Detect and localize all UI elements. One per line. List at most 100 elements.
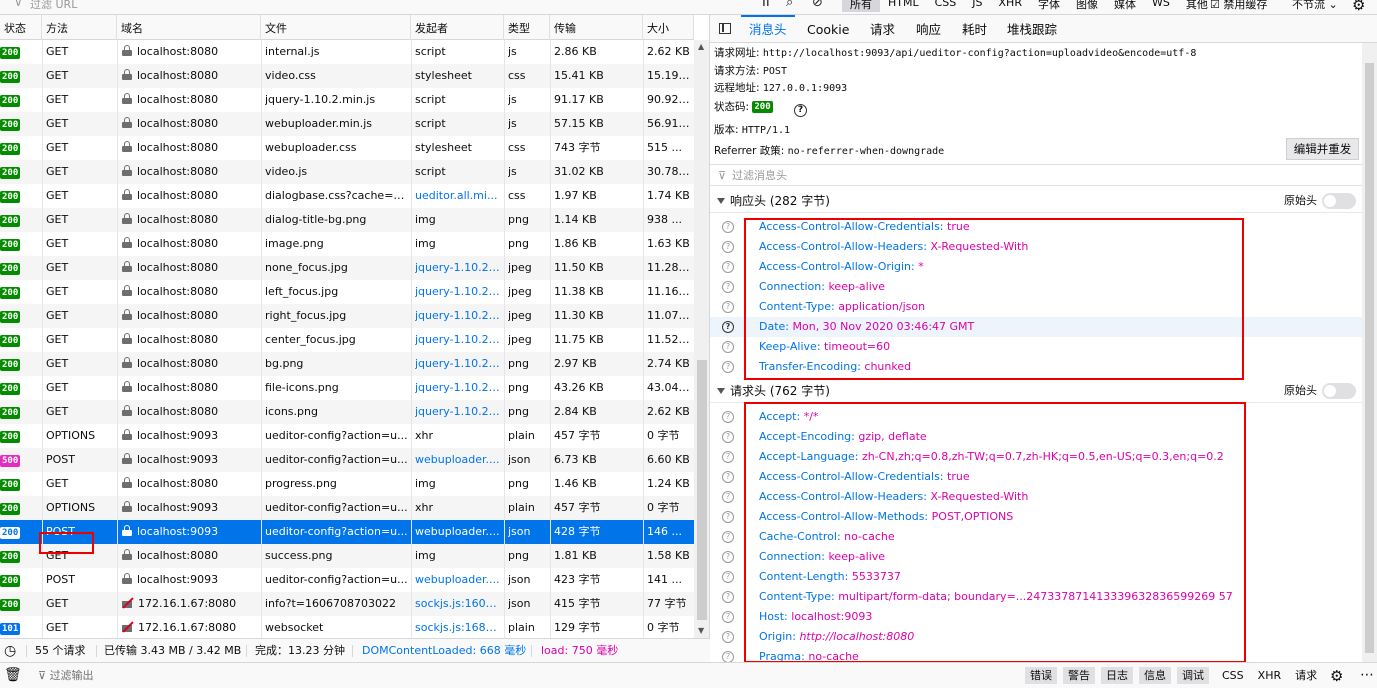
help-icon[interactable]: ? [722, 321, 734, 333]
console-filter-input[interactable]: ⊽ 过滤输出 [38, 663, 94, 688]
column-header-4[interactable]: 发起者 [411, 15, 504, 40]
tab-request[interactable]: 请求 [870, 15, 895, 45]
column-header-2[interactable]: 域名 [117, 15, 261, 40]
collapse-triangle-icon[interactable] [717, 198, 725, 204]
table-row[interactable]: 200 GET localhost:8080 dialogbase.css?cache… [0, 184, 694, 208]
table-row[interactable]: 200 GET localhost:8080 left_focus.jpg jquery… [0, 280, 694, 304]
initiator-cell[interactable]: webuploader.... [415, 568, 502, 592]
table-row[interactable]: 200 OPTIONS localhost:9093 ueditor-config?a… [0, 424, 694, 448]
table-row[interactable]: 500 POST localhost:9093 ueditor-config?acti… [0, 448, 694, 472]
url-filter-input[interactable]: 过滤 URL [30, 0, 77, 12]
help-icon[interactable]: ? [722, 651, 734, 662]
table-row[interactable]: 200 GET localhost:8080 center_focus.jpg jque… [0, 328, 694, 352]
table-row[interactable]: 200 OPTIONS localhost:9093 ueditor-config?a… [0, 496, 694, 520]
scroll-up-icon[interactable]: ▲ [698, 42, 704, 51]
help-icon[interactable]: ? [722, 221, 734, 233]
table-row[interactable]: 200 GET localhost:8080 dialog-title-bg.png i… [0, 208, 694, 232]
help-icon[interactable]: ? [722, 471, 734, 483]
table-row[interactable]: 200 GET localhost:8080 webuploader.min.js sc… [0, 112, 694, 136]
help-icon[interactable]: ? [722, 591, 734, 603]
scroll-down-icon[interactable]: ▼ [698, 626, 704, 635]
pause-icon[interactable]: II [762, 0, 770, 10]
column-header-0[interactable]: 状态 [0, 15, 42, 40]
disable-cache-checkbox[interactable]: ☑ 禁用缓存 [1210, 0, 1267, 12]
console-level-0[interactable]: 错误 [1025, 667, 1057, 684]
request-headers-section[interactable]: 请求头 (762 字节) 原始头 [710, 379, 1362, 403]
type-filter-7[interactable]: 媒体 [1106, 0, 1144, 12]
console-level-3[interactable]: 信息 [1139, 667, 1171, 684]
help-icon[interactable]: ? [722, 611, 734, 623]
help-icon[interactable]: ? [722, 551, 734, 563]
console-extra-0[interactable]: CSS [1222, 663, 1244, 688]
initiator-cell[interactable]: jquery-1.10.2.... [415, 376, 502, 400]
console-extra-1[interactable]: XHR [1258, 663, 1281, 688]
help-icon[interactable]: ? [722, 491, 734, 503]
initiator-cell[interactable]: jquery-1.10.2.... [415, 256, 502, 280]
tab-stack-trace[interactable]: 堆栈跟踪 [1007, 15, 1057, 45]
initiator-cell[interactable]: jquery-1.10.2.... [415, 328, 502, 352]
initiator-cell[interactable]: jquery-1.10.2.... [415, 304, 502, 328]
table-row[interactable]: 200 GET localhost:8080 file-icons.png jquery… [0, 376, 694, 400]
column-header-3[interactable]: 文件 [261, 15, 411, 40]
panel-toggle-icon[interactable] [719, 23, 731, 34]
column-header-5[interactable]: 类型 [504, 15, 550, 40]
table-row[interactable]: 200 GET localhost:8080 video.js script js 31.0… [0, 160, 694, 184]
request-list-scrollbar[interactable]: ▲ ▼ [694, 40, 709, 638]
gear-icon[interactable]: ⚙ [1330, 667, 1343, 685]
console-extra-2[interactable]: 请求 [1295, 663, 1317, 688]
table-row[interactable]: 200 GET localhost:8080 video.css stylesheet c… [0, 64, 694, 88]
type-filter-4[interactable]: XHR [991, 0, 1030, 12]
help-icon[interactable]: ? [722, 451, 734, 463]
type-filter-2[interactable]: CSS [927, 0, 965, 12]
initiator-cell[interactable]: ueditor.all.mi... [415, 184, 502, 208]
trash-icon[interactable]: 🗑 [4, 667, 22, 683]
table-row[interactable]: 200 GET localhost:8080 right_focus.jpg jquer… [0, 304, 694, 328]
search-icon[interactable]: ⌕ [786, 0, 793, 10]
type-filter-0[interactable]: 所有 [842, 0, 880, 12]
help-icon[interactable]: ? [722, 531, 734, 543]
initiator-cell[interactable]: sockjs.js:1684 ... [415, 616, 502, 638]
initiator-cell[interactable]: jquery-1.10.2.... [415, 352, 502, 376]
tab-headers[interactable]: 消息头 [741, 15, 795, 43]
raw-headers-toggle[interactable] [1322, 383, 1356, 399]
table-row[interactable]: 200 POST localhost:9093 ueditor-config?acti… [0, 568, 694, 592]
help-icon[interactable]: ? [722, 411, 734, 423]
type-filter-5[interactable]: 字体 [1030, 0, 1068, 12]
table-row[interactable]: 200 GET localhost:8080 success.png img png 1.8… [0, 544, 694, 568]
gear-icon[interactable]: ⚙ [1352, 0, 1365, 14]
table-row[interactable]: 101 GET 172.16.1.67:8080 websocket sockjs.js… [0, 616, 694, 638]
help-icon[interactable]: ? [722, 361, 734, 373]
throttle-select[interactable]: 不节流 ⌄ [1292, 0, 1338, 12]
tab-timings[interactable]: 耗时 [962, 15, 987, 45]
initiator-cell[interactable]: webuploader.... [415, 448, 502, 472]
collapse-triangle-icon[interactable] [717, 388, 725, 394]
filter-headers-input[interactable]: ⊽ 过滤消息头 [710, 164, 1362, 186]
initiator-cell[interactable]: jquery-1.10.2.... [415, 400, 502, 424]
block-icon[interactable]: ⊘ [812, 0, 823, 10]
initiator-cell[interactable]: sockjs.js:1606 ... [415, 592, 502, 616]
scrollbar-thumb[interactable] [1365, 63, 1374, 653]
type-filter-1[interactable]: HTML [880, 0, 927, 12]
help-icon[interactable]: ? [722, 631, 734, 643]
table-row[interactable]: 200 GET localhost:8080 jquery-1.10.2.min.js… [0, 88, 694, 112]
more-options-icon[interactable]: ⋯ [1360, 667, 1374, 683]
initiator-cell[interactable]: webuploader.... [415, 520, 502, 544]
scrollbar-thumb[interactable] [697, 360, 707, 620]
table-row[interactable]: 200 GET localhost:8080 image.png img png 1.86 … [0, 232, 694, 256]
table-row[interactable]: 200 GET 172.16.1.67:8080 info?t=16067087030… [0, 592, 694, 616]
help-icon[interactable]: ? [722, 301, 734, 313]
details-scrollbar[interactable] [1362, 43, 1377, 662]
raw-headers-toggle[interactable] [1322, 193, 1356, 209]
response-headers-section[interactable]: 响应头 (282 字节) 原始头 [710, 189, 1362, 213]
column-header-1[interactable]: 方法 [42, 15, 117, 40]
help-icon[interactable]: ? [722, 511, 734, 523]
console-level-4[interactable]: 调试 [1177, 667, 1209, 684]
table-row[interactable]: 200 GET localhost:8080 webuploader.css style… [0, 136, 694, 160]
type-filter-8[interactable]: WS [1144, 0, 1178, 12]
type-filter-3[interactable]: JS [964, 0, 990, 12]
edit-resend-button[interactable]: 编辑并重发 [1286, 138, 1359, 160]
table-row[interactable]: 200 GET localhost:8080 icons.png jquery-1.10… [0, 400, 694, 424]
help-icon[interactable]: ? [722, 281, 734, 293]
column-header-7[interactable]: 大小 [643, 15, 694, 40]
help-icon[interactable]: ? [722, 341, 734, 353]
